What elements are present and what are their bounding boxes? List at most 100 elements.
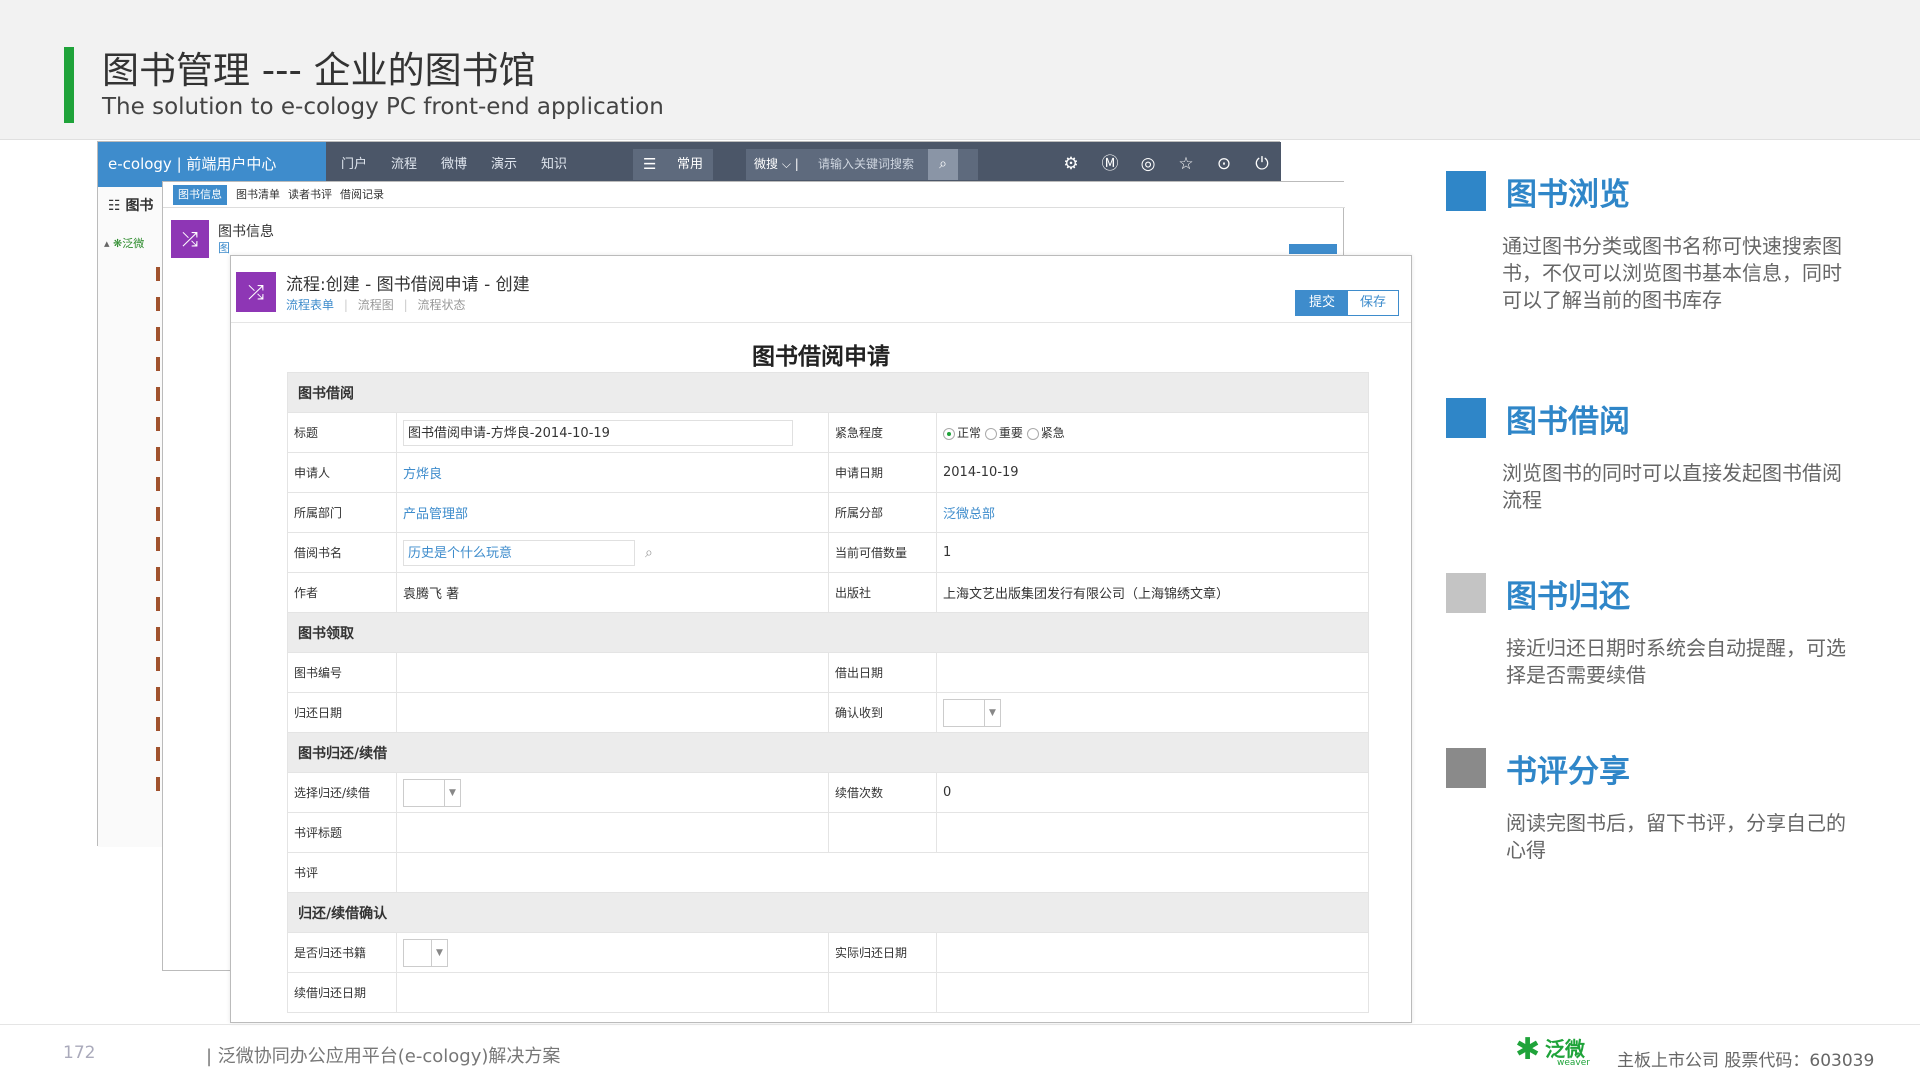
workflow-subnav: 流程表单 | 流程图 | 流程状态 [286, 298, 466, 312]
subnav-status[interactable]: 流程状态 [417, 298, 465, 312]
frequent-label: 常用 [677, 157, 704, 172]
mail-icon[interactable]: Ⓜ [1097, 151, 1123, 177]
is-returned-select[interactable]: ▼ [403, 938, 448, 967]
feature-desc: 接近归还日期时系统会自动提醒，可选择是否需要续借 [1506, 636, 1846, 687]
label-confirm-receive: 确认收到 [828, 692, 937, 733]
tree-expand-icon[interactable]: ▴ [104, 237, 110, 250]
label-publisher: 出版社 [828, 572, 937, 613]
power-icon[interactable]: ⏻ [1249, 151, 1275, 177]
book-tab-bar: 图书信息 图书清单 读者书评 借阅记录 [163, 182, 1345, 208]
feature-desc: 阅读完图书后，留下书评，分享自己的心得 [1506, 811, 1846, 862]
label-choose-return: 选择归还/续借 [287, 772, 397, 813]
section-pickup: 图书领取 [287, 612, 1369, 653]
label-return-date: 归还日期 [287, 692, 397, 733]
department-value[interactable]: 产品管理部 [396, 492, 829, 533]
label-renew-count: 续借次数 [828, 772, 937, 813]
label-actual-return: 实际归还日期 [828, 932, 937, 973]
label-author: 作者 [287, 572, 397, 613]
radio-important[interactable] [984, 427, 997, 440]
tree-item-root[interactable]: ▴ ❋泛微 [104, 235, 144, 251]
slide-subtitle: The solution to e-cology PC front-end ap… [102, 94, 664, 120]
borrow-date-field[interactable] [936, 652, 1369, 693]
page-number: 172 [63, 1043, 96, 1063]
table-row: 申请人 方烨良 申请日期 2014-10-19 [287, 452, 1369, 493]
save-button[interactable]: 保存 [1348, 291, 1398, 315]
book-info-subtitle: 图 [218, 241, 231, 255]
settings-icon[interactable]: ⚙ [1058, 151, 1084, 177]
tree-folder-list [156, 267, 160, 807]
feature-desc: 浏览图书的同时可以直接发起图书借阅流程 [1502, 461, 1842, 512]
search-input[interactable]: 请输入关键词搜索 [818, 149, 914, 180]
table-row: 书评标题 [287, 812, 1369, 853]
slide-title: 图书管理 --- 企业的图书馆 [102, 49, 536, 92]
book-info-title: 图书信息 [218, 224, 274, 240]
search-icon[interactable]: ⌕ [645, 545, 653, 561]
subnav-form[interactable]: 流程表单 [286, 298, 334, 312]
feature-title: 书评分享 [1506, 754, 1630, 790]
hamburger-icon: ☰ [643, 155, 657, 173]
book-name-input[interactable]: 历史是个什么玩意 [403, 539, 635, 566]
action-buttons: 提交 保存 [1295, 290, 1399, 316]
author-value: 袁腾飞 著 [396, 572, 829, 613]
weaver-logo: ✱ 泛微 weaver [1515, 1030, 1597, 1072]
label-review-title: 书评标题 [287, 812, 397, 853]
tab-book-info[interactable]: 图书信息 [173, 185, 227, 205]
stock-info: 主板上市公司 股票代码：603039 [1617, 1051, 1875, 1071]
workflow-title: 流程:创建 - 图书借阅申请 - 创建 [286, 275, 530, 295]
title-input[interactable]: 图书借阅申请-方烨良-2014-10-19 [403, 419, 793, 446]
brand-sub: weaver [1557, 1058, 1590, 1068]
review-title-field[interactable] [396, 812, 829, 853]
left-tree-panel: ☷ 图书 ▴ ❋泛微 [98, 187, 168, 847]
table-row: 选择归还/续借 ▼ 续借次数 0 [287, 772, 1369, 813]
label-apply-date: 申请日期 [828, 452, 937, 493]
table-row: 是否归还书籍 ▼ 实际归还日期 [287, 932, 1369, 973]
applicant-value[interactable]: 方烨良 [396, 452, 829, 493]
table-row: 标题 图书借阅申请-方烨良-2014-10-19 紧急程度 正常 重要 紧急 [287, 412, 1369, 453]
label-book-no: 图书编号 [287, 652, 397, 693]
footer-divider [0, 1024, 1920, 1025]
tab-reader-reviews[interactable]: 读者书评 [283, 185, 337, 205]
chevron-down-icon: ▼ [444, 779, 460, 806]
label-borrow-date: 借出日期 [828, 652, 937, 693]
feature-title: 图书借阅 [1506, 404, 1630, 440]
radio-normal[interactable] [943, 427, 955, 440]
tab-borrow-records[interactable]: 借阅记录 [335, 185, 389, 205]
tab-book-list[interactable]: 图书清单 [231, 185, 285, 205]
list-icon: ☷ [108, 198, 121, 214]
review-field[interactable] [396, 852, 1369, 893]
workflow-shuffle-icon: ⤮ [171, 220, 209, 258]
return-date-field[interactable] [396, 692, 829, 733]
renew-return-field[interactable] [396, 972, 829, 1013]
choose-return-select[interactable]: ▼ [403, 778, 461, 807]
feature-square [1446, 398, 1486, 438]
chevron-down-icon: ▼ [431, 939, 447, 966]
label-book-name: 借阅书名 [287, 532, 397, 573]
table-row: 作者 袁腾飞 著 出版社 上海文艺出版集团发行有限公司（上海锦绣文章） [287, 572, 1369, 613]
subnav-flowchart[interactable]: 流程图 [358, 298, 394, 312]
radio-urgent[interactable] [1026, 427, 1039, 440]
form-title: 图书借阅申请 [752, 344, 890, 370]
search-icon[interactable]: ⌕ [928, 149, 958, 180]
more-icon[interactable]: ⊙ [1211, 151, 1237, 177]
chevron-down-icon: ▼ [984, 699, 1000, 726]
available-value: 1 [936, 532, 1369, 573]
book-no-field[interactable] [396, 652, 829, 693]
publisher-value: 上海文艺出版集团发行有限公司（上海锦绣文章） [936, 572, 1369, 613]
frequent-menu-button[interactable]: ☰ 常用 [633, 149, 713, 180]
actual-return-field[interactable] [936, 932, 1369, 973]
borrow-request-window: ⤮ 流程:创建 - 图书借阅申请 - 创建 流程表单 | 流程图 | 流程状态 … [230, 255, 1412, 1023]
label-available: 当前可借数量 [828, 532, 937, 573]
label-urgency: 紧急程度 [828, 412, 937, 453]
branch-value[interactable]: 泛微总部 [936, 492, 1369, 533]
table-row: 续借归还日期 [287, 972, 1369, 1013]
section-confirm: 归还/续借确认 [287, 892, 1369, 933]
workflow-shuffle-icon: ⤮ [236, 272, 276, 312]
submit-button[interactable]: 提交 [1296, 291, 1348, 315]
divider [231, 322, 1411, 323]
urgency-radio-group: 正常 重要 紧急 [936, 412, 1369, 453]
search-scope-dropdown[interactable]: 微搜 ⌵ | [754, 149, 799, 180]
confirm-receive-select[interactable]: ▼ [943, 698, 1001, 727]
star-icon[interactable]: ☆ [1173, 151, 1199, 177]
globe-icon[interactable]: ◎ [1135, 151, 1161, 177]
feature-desc: 通过图书分类或图书名称可快速搜索图书，不仅可以浏览图书基本信息，同时可以了解当前… [1502, 234, 1842, 312]
